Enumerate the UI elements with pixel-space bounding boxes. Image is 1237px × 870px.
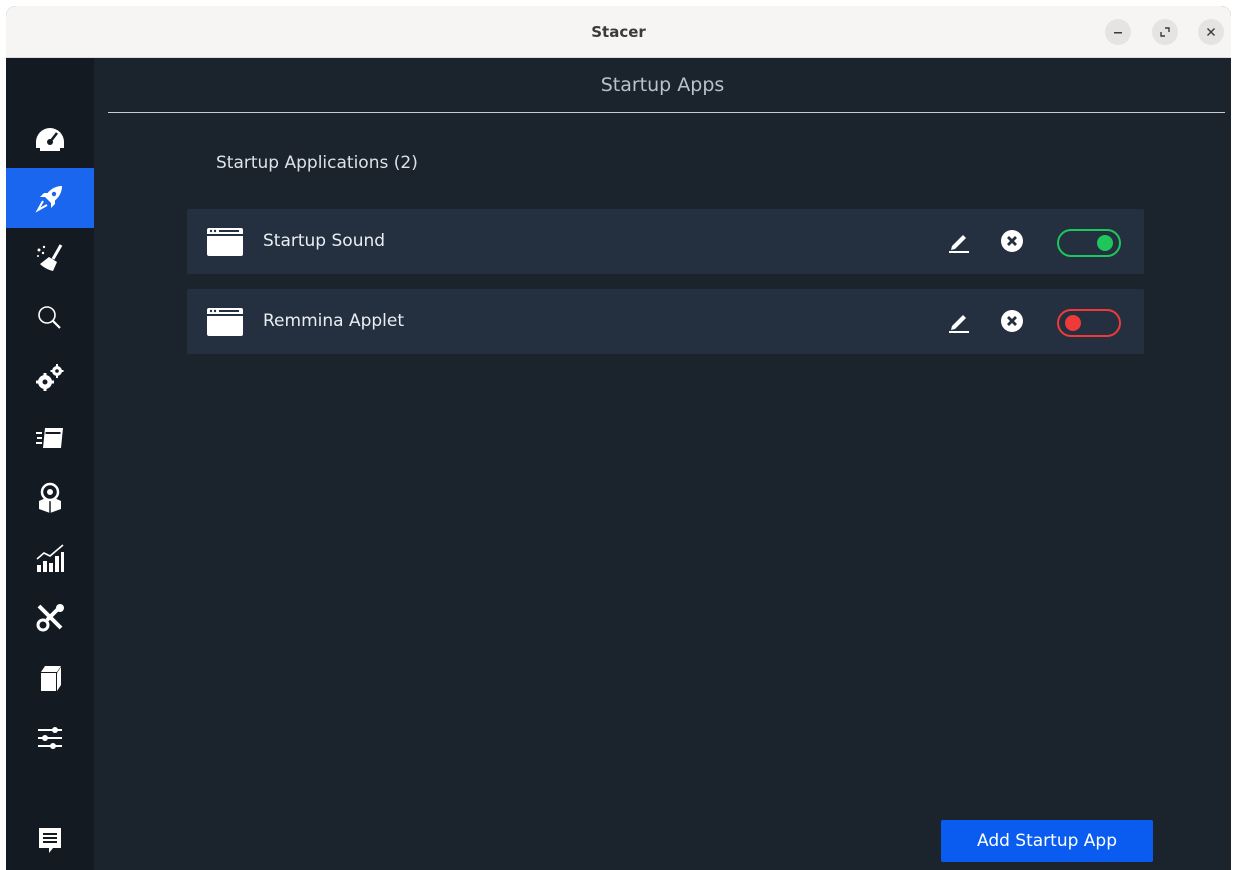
application-window-icon: [207, 228, 243, 256]
broom-cleaner-icon: [37, 244, 63, 271]
search-icon: [38, 306, 61, 329]
startup-app-toggle[interactable]: [1057, 229, 1121, 257]
application-window-icon: [207, 308, 243, 336]
sidebar-item-search[interactable]: [6, 288, 94, 348]
startup-app-toggle[interactable]: [1057, 309, 1121, 337]
sidebar: [6, 58, 94, 870]
window-title: Stacer: [591, 23, 646, 41]
close-icon: [1207, 28, 1215, 36]
apt-repository-box-icon: [41, 666, 61, 691]
startup-apps-page: Startup Apps Startup Applications (2) St…: [94, 58, 1231, 870]
gears-icon: [36, 364, 64, 391]
rocket-icon: [35, 186, 62, 213]
minimize-icon: [1114, 32, 1122, 34]
app-window: Stacer Startup Apps Startup Applications…: [6, 6, 1231, 870]
edit-pencil-icon[interactable]: [947, 229, 971, 253]
edit-pencil-icon[interactable]: [947, 309, 971, 333]
sidebar-item-settings[interactable]: [6, 708, 94, 768]
toggle-knob: [1097, 235, 1113, 251]
feedback-icon: [39, 828, 61, 853]
delete-circle-icon[interactable]: [1000, 229, 1024, 253]
startup-app-row: Startup Sound: [187, 209, 1144, 274]
sidebar-item-startup-apps[interactable]: [6, 168, 94, 228]
delete-circle-icon[interactable]: [1000, 309, 1024, 333]
sidebar-item-apt-repository[interactable]: [6, 648, 94, 708]
processes-icon: [36, 428, 63, 448]
maximize-icon: [1160, 27, 1170, 37]
close-window-button[interactable]: [1198, 19, 1224, 45]
sidebar-item-resources[interactable]: [6, 528, 94, 588]
uninstaller-package-icon: [39, 482, 61, 513]
page-title: Startup Apps: [600, 74, 725, 96]
minimize-button[interactable]: [1105, 19, 1131, 45]
dashboard-gauge-icon: [36, 128, 64, 151]
startup-applications-count-label: Startup Applications (2): [216, 153, 418, 173]
sidebar-item-feedback[interactable]: [6, 810, 94, 870]
toggle-knob: [1065, 315, 1081, 331]
title-bar[interactable]: Stacer: [6, 6, 1231, 58]
resources-chart-icon: [36, 544, 64, 572]
sidebar-item-dashboard[interactable]: [6, 108, 94, 168]
startup-app-name: Startup Sound: [263, 231, 386, 251]
maximize-button[interactable]: [1152, 19, 1178, 45]
sidebar-item-processes[interactable]: [6, 408, 94, 468]
tools-icon: [36, 604, 64, 632]
sidebar-item-helpers[interactable]: [6, 588, 94, 648]
add-startup-app-button[interactable]: Add Startup App: [941, 820, 1153, 862]
sidebar-item-services[interactable]: [6, 348, 94, 408]
sidebar-item-system-cleaner[interactable]: [6, 228, 94, 288]
startup-app-name: Remmina Applet: [263, 311, 405, 331]
settings-sliders-icon: [38, 727, 62, 749]
startup-app-row: Remmina Applet: [187, 289, 1144, 354]
sidebar-item-uninstaller[interactable]: [6, 468, 94, 528]
title-divider: [108, 112, 1225, 113]
